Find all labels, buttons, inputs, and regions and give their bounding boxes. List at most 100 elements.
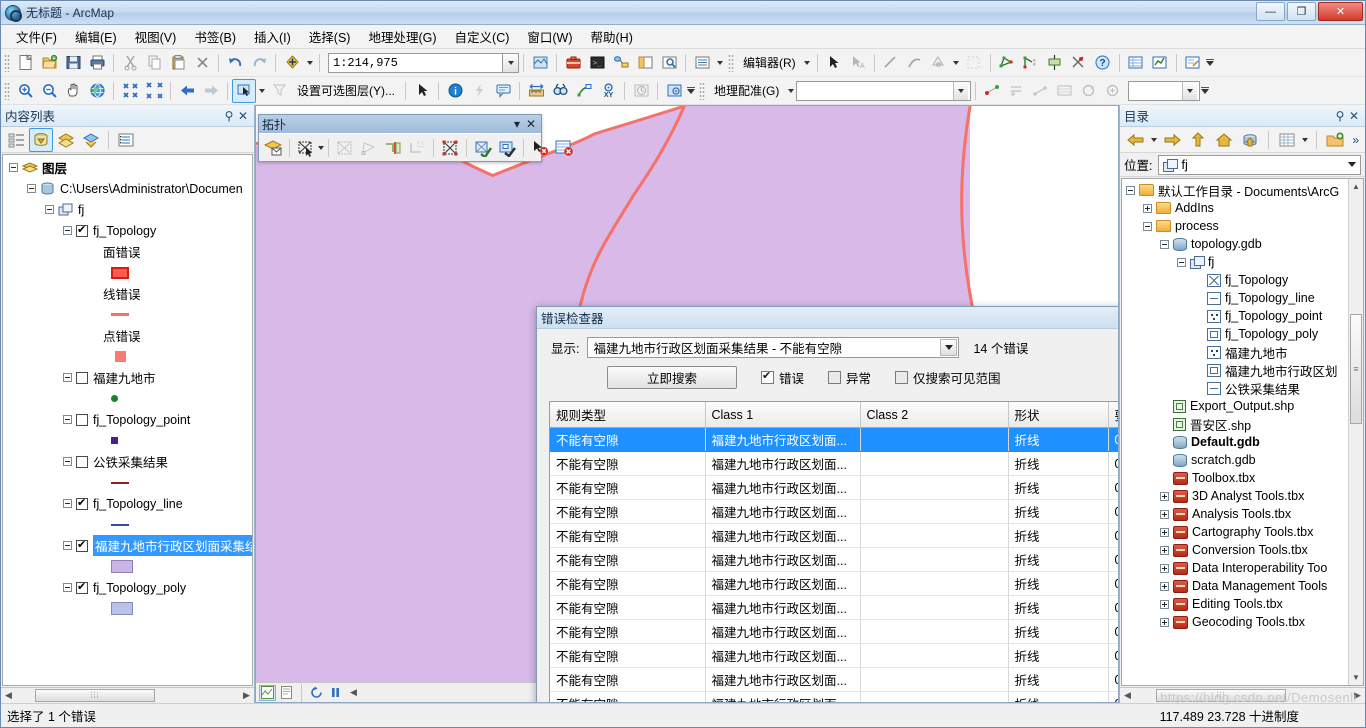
refresh-view-icon[interactable]	[308, 685, 325, 701]
location-combo[interactable]: fj	[1158, 154, 1361, 175]
toc-node-database[interactable]: C:\Users\Administrator\Documen	[3, 178, 252, 199]
catalog-view-dropdown-icon[interactable]	[1301, 128, 1309, 152]
expander-icon[interactable]	[1143, 203, 1152, 213]
menu-windows[interactable]: 窗口(W)	[518, 24, 581, 49]
layer-visibility-checkbox[interactable]	[76, 496, 88, 510]
georef-layer-combo-arrow-icon[interactable]	[953, 81, 969, 100]
expander-icon[interactable]	[63, 457, 72, 466]
catalog-node[interactable]: fj_Topology_line	[1122, 289, 1363, 307]
col-shape[interactable]: 形状	[1008, 402, 1109, 428]
intersect-tool-icon[interactable]	[1067, 51, 1091, 75]
expander-icon[interactable]	[9, 163, 18, 172]
open-document-icon[interactable]: +	[37, 51, 61, 75]
expander-icon[interactable]	[1160, 617, 1169, 627]
georef-scale-icon[interactable]	[1100, 79, 1124, 103]
reshape-edge-icon[interactable]	[381, 136, 405, 160]
list-by-source-icon[interactable]	[29, 127, 53, 152]
edit-tool-arrow-icon[interactable]	[822, 51, 846, 75]
catalog-node[interactable]: Cartography Tools.tbx	[1122, 523, 1363, 541]
toc-scroll-track[interactable]: ⦙⦙⦙	[17, 688, 238, 703]
menu-file[interactable]: 文件(F)	[7, 24, 66, 49]
expander-icon[interactable]	[63, 226, 72, 235]
catalog-node[interactable]: fj_Topology	[1122, 271, 1363, 289]
expander-icon[interactable]	[45, 205, 54, 214]
topology-toolbar-close-icon[interactable]: ✕	[524, 117, 538, 131]
catalog-connect-folder-icon[interactable]	[1323, 128, 1347, 152]
zoom-out-fixed-icon[interactable]	[142, 79, 166, 103]
zoom-in-icon[interactable]	[13, 79, 37, 103]
toc-horizontal-scrollbar[interactable]: ◀ ⦙⦙⦙ ▶	[1, 687, 254, 703]
time-slider-icon[interactable]	[629, 79, 653, 103]
create-viewer-window-icon[interactable]	[662, 79, 686, 103]
scroll-left-icon[interactable]: ◀	[1120, 689, 1135, 703]
catalog-back-icon[interactable]	[1124, 128, 1148, 152]
add-data-dropdown-icon[interactable]	[304, 51, 315, 75]
georef-add-control-points-icon[interactable]	[980, 79, 1004, 103]
expander-icon[interactable]	[1160, 599, 1169, 609]
expander-icon[interactable]	[1143, 221, 1152, 231]
editor-toolbar-overflow-icon[interactable]	[1205, 51, 1215, 75]
table-row[interactable]: 不能有空隙福建九地市行政区划面...折线00False	[550, 523, 1118, 548]
toc-pin-icon[interactable]: ⚲	[222, 108, 236, 124]
catalog-up-one-level-icon[interactable]	[1186, 128, 1210, 152]
toc-node-rail-road-result[interactable]: 公铁采集结果	[3, 451, 252, 472]
georeferencing-label[interactable]: 地理配准(G)	[708, 82, 785, 99]
error-inspector-icon[interactable]	[552, 136, 576, 160]
georef-view-link-table-icon[interactable]	[1004, 79, 1028, 103]
table-row[interactable]: 不能有空隙福建九地市行政区划面...折线00False	[550, 571, 1118, 596]
table-row[interactable]: 不能有空隙福建九地市行政区划面...折线00False	[550, 619, 1118, 644]
catalog-node[interactable]: Editing Tools.tbx	[1122, 595, 1363, 613]
toc-tree[interactable]: 图层 C:\Users\Administrator\Documen fj ✔ f…	[2, 154, 253, 686]
table-row[interactable]: 不能有空隙福建九地市行政区划面...折线00False	[550, 667, 1118, 692]
map-canvas-container[interactable]: 拓扑 ▾ ✕ 错误检查器 显示: 福建九地市行政区划面采集结果 - 不能有空隙 …	[255, 105, 1119, 703]
go-to-xy-icon[interactable]: XY	[596, 79, 620, 103]
catalog-node[interactable]: Analysis Tools.tbx	[1122, 505, 1363, 523]
attributes-icon[interactable]: ?	[1091, 51, 1115, 75]
table-row[interactable]: 不能有空隙福建九地市行政区划面...折线00False	[550, 643, 1118, 668]
table-row[interactable]: 不能有空隙福建九地市行政区划面...折线00False	[550, 595, 1118, 620]
catalog-hscroll-thumb[interactable]: ⦙⦙⦙	[1156, 689, 1286, 702]
minimize-button[interactable]: —	[1256, 2, 1285, 21]
expander-icon[interactable]	[1160, 563, 1169, 573]
catalog-home-icon[interactable]	[1212, 128, 1236, 152]
layer-visibility-checkbox[interactable]	[76, 413, 88, 426]
catalog-node[interactable]: fj_Topology_point	[1122, 307, 1363, 325]
expander-icon[interactable]	[1177, 257, 1186, 267]
table-row[interactable]: 不能有空隙福建九地市行政区划面...折线00False	[550, 475, 1118, 500]
col-class1[interactable]: Class 1	[705, 402, 861, 428]
catalog-node[interactable]: 公铁采集结果	[1122, 379, 1363, 397]
layer-visibility-checkbox[interactable]	[76, 538, 88, 552]
generalize-edge-icon[interactable]	[405, 136, 429, 160]
menu-customize[interactable]: 自定义(C)	[446, 24, 519, 49]
toc-scroll-thumb[interactable]: ⦙⦙⦙	[35, 689, 155, 702]
menu-help[interactable]: 帮助(H)	[582, 24, 642, 49]
topology-edit-dropdown-icon[interactable]	[318, 136, 324, 160]
catalog-scroll-up-icon[interactable]: ▲	[1349, 179, 1363, 194]
expander-icon[interactable]	[27, 184, 36, 193]
toolbox-icon[interactable]	[561, 51, 585, 75]
pan-icon[interactable]	[61, 79, 85, 103]
expander-icon[interactable]	[1126, 185, 1135, 195]
previous-extent-icon[interactable]	[175, 79, 199, 103]
search-now-button[interactable]: 立即搜索	[607, 366, 737, 389]
table-row[interactable]: 不能有空隙福建九地市行政区划面...折线00False	[550, 499, 1118, 524]
layer-visibility-checkbox[interactable]	[76, 580, 88, 594]
sketch-properties-icon[interactable]	[1148, 51, 1172, 75]
location-dropdown-icon[interactable]	[1348, 161, 1356, 167]
display-rule-select[interactable]: 福建九地市行政区划面采集结果 - 不能有空隙	[587, 337, 960, 358]
edit-annotation2-icon[interactable]	[962, 51, 986, 75]
errors-checkbox-group[interactable]: 错误	[761, 368, 804, 387]
expander-icon[interactable]	[63, 541, 72, 550]
expander-icon[interactable]	[1160, 239, 1169, 249]
measure-icon[interactable]	[524, 79, 548, 103]
menu-view[interactable]: 视图(V)	[126, 24, 186, 49]
add-data-icon[interactable]	[280, 51, 304, 75]
tools-toolbar-grip[interactable]	[4, 81, 10, 100]
toolbar-more-icon[interactable]	[714, 51, 725, 75]
identify-icon[interactable]: i	[443, 79, 467, 103]
toc-node-fj-topology[interactable]: fj_Topology	[3, 220, 252, 241]
table-row[interactable]: 不能有空隙福建九地市行政区划面...折线00False	[550, 451, 1118, 476]
error-grid[interactable]: 规则类型 Class 1 Class 2 形状 要素 1 要素 2 异常 不能有…	[549, 401, 1118, 702]
catalog-node[interactable]: fj_Topology_poly	[1122, 325, 1363, 343]
catalog-close-icon[interactable]: ✕	[1347, 108, 1361, 124]
